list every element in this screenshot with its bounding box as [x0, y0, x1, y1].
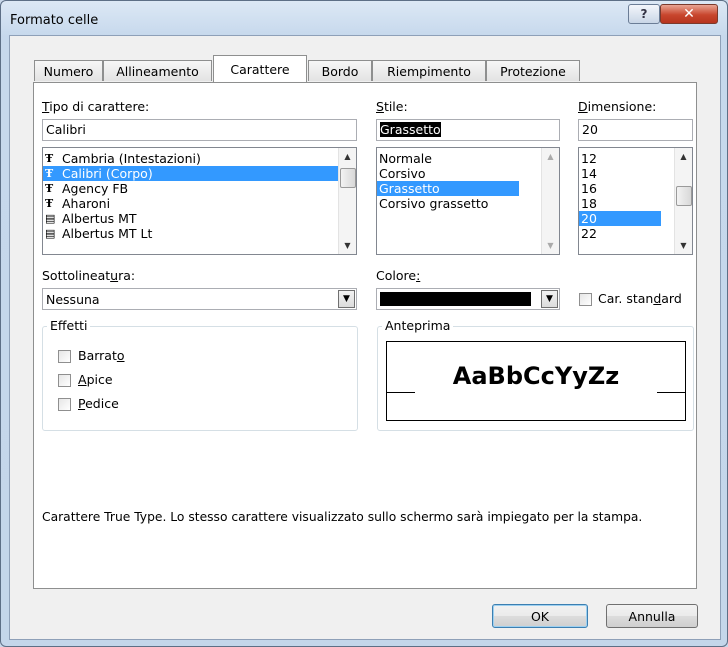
- style-list[interactable]: Normale Corsivo Grassetto Corsivo grasse…: [376, 147, 560, 255]
- list-item[interactable]: Corsivo: [377, 166, 559, 181]
- size-list[interactable]: 12 14 16 18 20 22 ▲ ▼: [578, 147, 693, 255]
- style-input-value: Grassetto: [380, 122, 441, 137]
- close-button[interactable]: ✕: [660, 4, 718, 24]
- preview-sample: AaBbCcYyZz: [452, 362, 620, 390]
- superscript-checkbox[interactable]: [58, 374, 71, 387]
- size-input[interactable]: 20: [578, 119, 693, 141]
- tab-label: Numero: [43, 63, 94, 79]
- printer-font-icon: ▤: [45, 212, 56, 225]
- style-list-scrollbar[interactable]: ▲ ▼: [541, 148, 559, 254]
- color-label: Colore:: [376, 268, 421, 283]
- underline-select[interactable]: Nessuna ▼: [42, 288, 357, 310]
- list-item[interactable]: Grassetto: [377, 181, 519, 196]
- size-list-scrollbar[interactable]: ▲ ▼: [674, 148, 692, 254]
- help-button[interactable]: ?: [628, 4, 660, 24]
- tab-label: Carattere: [230, 61, 290, 77]
- font-list-scrollbar[interactable]: ▲ ▼: [338, 148, 356, 254]
- color-swatch: [380, 292, 531, 306]
- preview-title: Anteprima: [382, 318, 454, 333]
- preview-box: AaBbCcYyZz: [386, 341, 686, 421]
- subscript-checkbox[interactable]: [58, 398, 71, 411]
- normal-font-label: Car. standard: [598, 291, 682, 306]
- color-select[interactable]: ▼: [376, 288, 560, 310]
- list-item[interactable]: Ŧ Calibri (Corpo): [43, 166, 356, 181]
- scroll-thumb[interactable]: [676, 186, 692, 206]
- list-item[interactable]: Normale: [377, 151, 559, 166]
- list-item[interactable]: Ŧ Agency FB: [43, 181, 356, 196]
- tab-carattere[interactable]: Carattere: [213, 55, 307, 82]
- chevron-down-icon[interactable]: ▼: [541, 290, 558, 308]
- tab-label: Bordo: [321, 63, 359, 79]
- list-item[interactable]: ▤ Albertus MT: [43, 211, 356, 226]
- tab-panel-carattere: Tipo di carattere: Calibri Ŧ Cambria (Int…: [33, 82, 697, 589]
- format-cells-dialog: Formato celle ? ✕ Numero Allineamento Ca…: [0, 0, 728, 647]
- window-title: Formato celle: [10, 13, 99, 28]
- tab-allineamento[interactable]: Allineamento: [103, 60, 212, 81]
- scroll-down-icon[interactable]: ▼: [675, 237, 692, 254]
- printer-font-icon: ▤: [45, 227, 56, 240]
- style-label: Stile:: [376, 99, 408, 114]
- truetype-font-icon: Ŧ: [45, 182, 54, 195]
- scroll-down-icon[interactable]: ▼: [542, 237, 559, 254]
- close-icon: ✕: [683, 6, 695, 22]
- tab-bordo[interactable]: Bordo: [308, 60, 372, 81]
- dialog-client-area: Numero Allineamento Carattere Bordo Riem…: [9, 35, 721, 640]
- list-item[interactable]: Ŧ Cambria (Intestazioni): [43, 151, 356, 166]
- superscript-label: Apice: [78, 372, 113, 387]
- scroll-down-icon[interactable]: ▼: [339, 237, 356, 254]
- scroll-up-icon[interactable]: ▲: [675, 148, 692, 165]
- font-list[interactable]: Ŧ Cambria (Intestazioni) Ŧ Calibri (Corpo)…: [42, 147, 357, 255]
- tab-label: Protezione: [500, 63, 566, 79]
- cancel-button[interactable]: Annulla: [606, 604, 698, 628]
- tab-protezione[interactable]: Protezione: [486, 60, 580, 81]
- ok-button[interactable]: OK: [492, 604, 588, 628]
- preview-baseline-right: [657, 392, 685, 393]
- strikethrough-label: Barrato: [78, 348, 125, 363]
- font-label: Tipo di carattere:: [42, 99, 150, 114]
- font-input[interactable]: Calibri: [42, 119, 357, 141]
- scroll-up-icon[interactable]: ▲: [542, 148, 559, 165]
- scroll-thumb[interactable]: [340, 168, 356, 188]
- ok-label: OK: [530, 608, 550, 624]
- underline-label: Sottolineatura:: [42, 268, 136, 283]
- underline-value: Nessuna: [46, 292, 100, 307]
- cancel-label: Annulla: [628, 608, 676, 624]
- title-bar[interactable]: Formato celle ? ✕: [1, 1, 727, 35]
- preview-baseline-left: [387, 392, 415, 393]
- tab-numero[interactable]: Numero: [34, 60, 103, 81]
- style-input[interactable]: Grassetto: [376, 119, 560, 141]
- tab-riempimento[interactable]: Riempimento: [372, 60, 486, 81]
- list-item[interactable]: Corsivo grassetto: [377, 196, 559, 211]
- list-item[interactable]: ▤ Albertus MT Lt: [43, 226, 356, 241]
- truetype-font-icon: Ŧ: [45, 167, 54, 180]
- size-label: Dimensione:: [578, 99, 657, 114]
- list-item[interactable]: Ŧ Aharoni: [43, 196, 356, 211]
- tab-label: Allineamento: [116, 63, 199, 79]
- truetype-font-icon: Ŧ: [45, 152, 54, 165]
- tab-label: Riempimento: [387, 63, 471, 79]
- strikethrough-checkbox[interactable]: [58, 350, 71, 363]
- scroll-up-icon[interactable]: ▲: [339, 148, 356, 165]
- truetype-font-icon: Ŧ: [45, 197, 54, 210]
- subscript-label: Pedice: [78, 396, 119, 411]
- list-item[interactable]: 20: [579, 211, 661, 226]
- help-icon: ?: [640, 7, 648, 21]
- normal-font-checkbox[interactable]: [579, 293, 592, 306]
- font-info-text: Carattere True Type. Lo stesso carattere…: [42, 510, 643, 524]
- effects-title: Effetti: [47, 318, 91, 333]
- chevron-down-icon[interactable]: ▼: [338, 290, 355, 308]
